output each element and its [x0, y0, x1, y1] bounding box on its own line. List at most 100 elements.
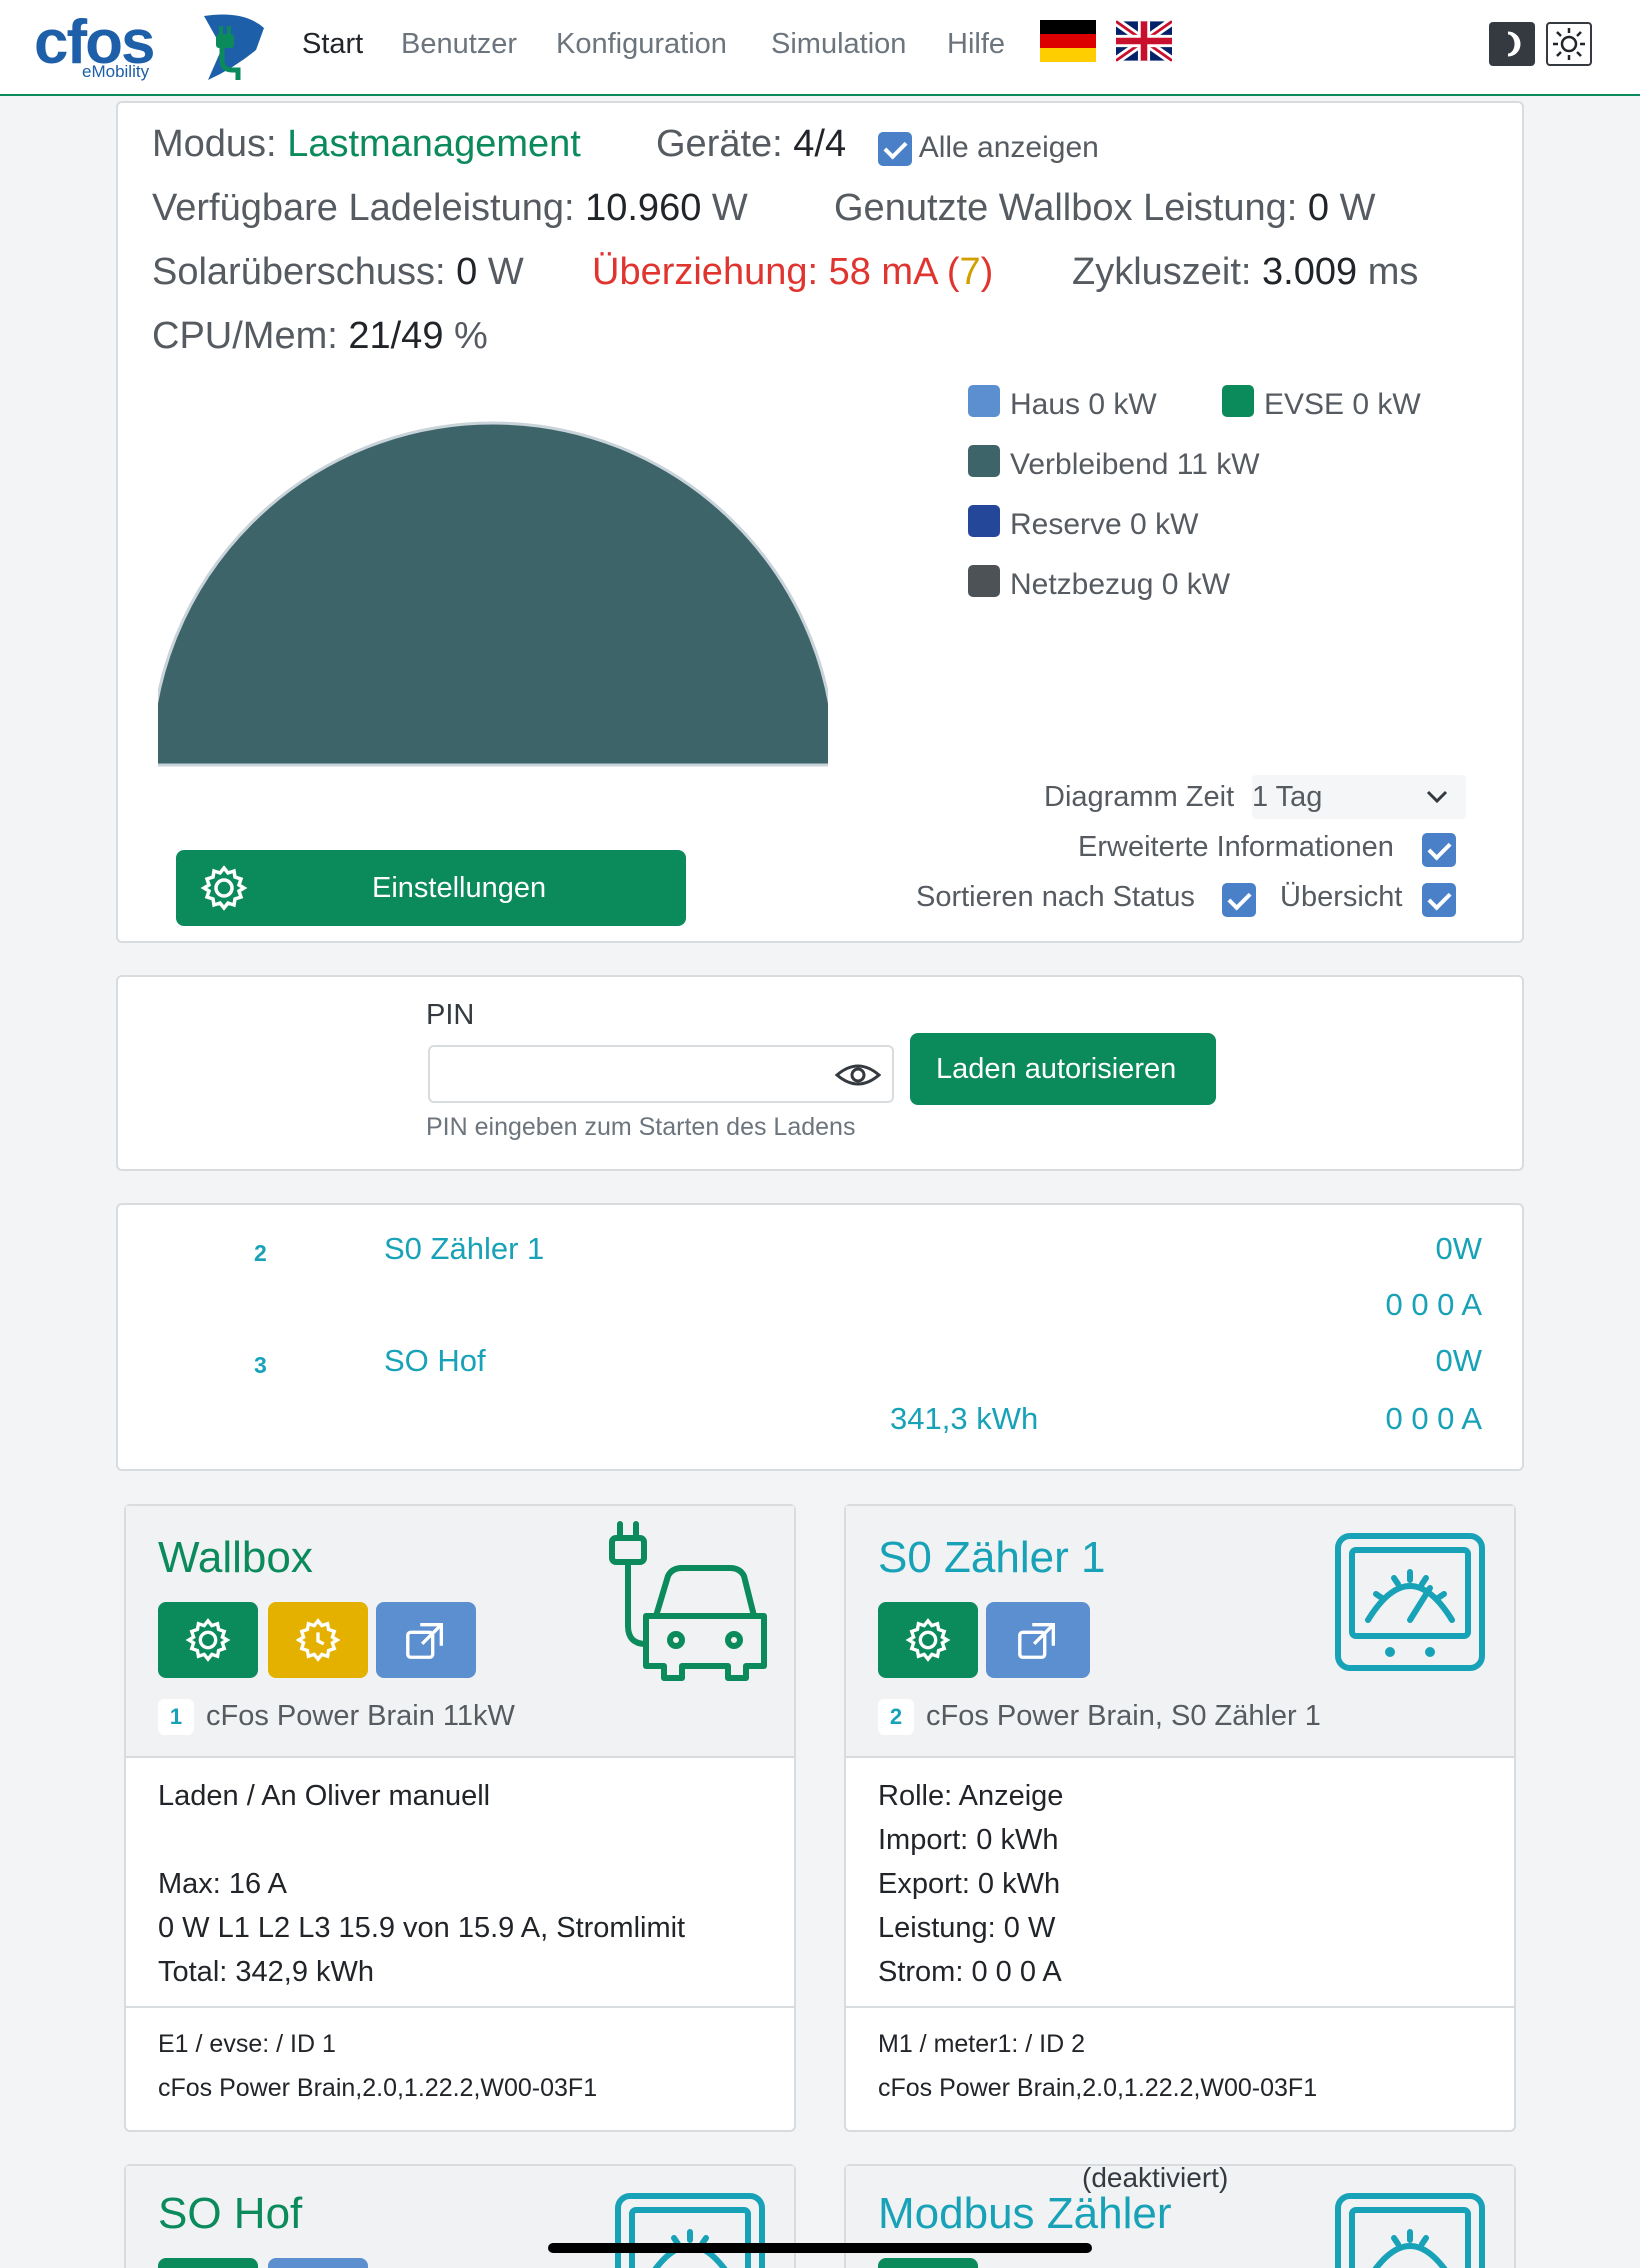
device-title[interactable]: S0 Zähler 1	[878, 1530, 1105, 1586]
gear-clock-icon	[295, 1618, 341, 1662]
meter-gauge-icon	[615, 2193, 765, 2268]
device-settings-button[interactable]	[878, 2258, 978, 2268]
meter-power: 0W	[1435, 1343, 1483, 1378]
cycle-time-stat: Zykluszeit: 3.009 ms	[1072, 247, 1418, 297]
device-info-line: Rolle: Anzeige	[878, 1780, 1064, 1812]
extended-info-label: Erweiterte Informationen	[1078, 831, 1394, 863]
status-card: Modus: Lastmanagement Geräte: 4/4 Alle a…	[116, 101, 1524, 943]
cfos-logo[interactable]: cfos eMobility	[34, 8, 264, 86]
solar-stat: Solarüberschuss: 0 W	[152, 247, 524, 297]
device-id-badge: 2	[878, 1699, 914, 1736]
device-card-header: S0 Zähler 1 2cFos Power Brain, S0 Zähler…	[846, 1506, 1514, 1758]
overdraw-stat: Überziehung: 58 mA (7)	[592, 247, 993, 297]
show-all-checkbox[interactable]	[878, 132, 912, 167]
pie-slice-verbleibend[interactable]	[158, 421, 828, 767]
device-settings-button[interactable]	[158, 2258, 258, 2268]
eye-icon[interactable]	[834, 1061, 882, 1089]
meter-name[interactable]: SO Hof	[384, 1341, 486, 1381]
meter-current: 0 0 0 A	[1385, 1401, 1482, 1436]
device-info-line: Strom: 0 0 0 A	[878, 1956, 1062, 1988]
nav-start[interactable]: Start	[302, 22, 363, 66]
nav-simulation[interactable]: Simulation	[771, 22, 906, 66]
external-window-icon	[406, 1622, 444, 1659]
extended-info-checkbox[interactable]	[1422, 833, 1456, 867]
device-title[interactable]: SO Hof	[158, 2186, 302, 2242]
settings-button[interactable]: Einstellungen	[176, 850, 686, 926]
overdraw-count: 7	[959, 251, 981, 293]
nav-benutzer[interactable]: Benutzer	[401, 22, 517, 66]
light-mode-button[interactable]	[1546, 22, 1592, 66]
device-title[interactable]: Wallbox	[158, 1530, 313, 1586]
device-firmware: cFos Power Brain,2.0,1.22.2,W00-03F1	[878, 2074, 1318, 2102]
meter-id: 2	[254, 1240, 267, 1266]
meter-energy: 341,3 kWh	[890, 1401, 1039, 1436]
legend-label: EVSE 0 kW	[1264, 388, 1421, 421]
devices-stat: Geräte: 4/4	[656, 119, 846, 169]
logo-subtitle: eMobility	[82, 62, 150, 81]
legend-item-reserve[interactable]: Reserve 0 kW	[968, 505, 1198, 545]
used-power-value: 0	[1307, 187, 1329, 229]
power-distribution-chart	[158, 421, 828, 767]
diagram-time-select[interactable]: 1 Tag	[1252, 775, 1466, 819]
car-charging-icon	[609, 1521, 767, 1681]
device-open-button[interactable]	[268, 2258, 368, 2268]
device-card-footer: E1 / evse: / ID 1 cFos Power Brain,2.0,1…	[126, 2006, 794, 2130]
overview-checkbox[interactable]	[1422, 883, 1456, 917]
device-settings-button[interactable]	[158, 1602, 258, 1678]
sort-by-status-label: Sortieren nach Status	[916, 881, 1195, 913]
plug-logo-icon	[204, 14, 264, 80]
used-power-unit: W	[1339, 187, 1376, 229]
device-open-button[interactable]	[986, 1602, 1090, 1678]
show-all-toggle[interactable]: Alle anzeigen	[878, 123, 1099, 173]
nav-konfiguration[interactable]: Konfiguration	[556, 22, 727, 66]
device-disabled-note: (deaktiviert)	[1082, 2162, 1229, 2193]
device-info-line: Import: 0 kWh	[878, 1824, 1059, 1856]
legend-item-verbleibend[interactable]: Verbleibend 11 kW	[968, 445, 1260, 485]
device-settings-button[interactable]	[878, 1602, 978, 1678]
device-open-button[interactable]	[376, 1602, 476, 1678]
legend-swatch	[968, 385, 1000, 417]
sort-by-status-checkbox[interactable]	[1222, 883, 1256, 917]
cpu-mem-label: CPU/Mem:	[152, 315, 338, 357]
meter-gauge-icon	[1335, 2193, 1485, 2268]
device-info-line: Max: 16 A	[158, 1868, 287, 1900]
meter-current: 0 0 0 A	[1385, 1287, 1482, 1322]
legend-item-haus[interactable]: Haus 0 kW	[968, 385, 1157, 425]
mode-label: Modus:	[152, 123, 277, 165]
legend-label: Haus 0 kW	[1010, 388, 1157, 421]
dark-mode-button[interactable]	[1489, 22, 1535, 66]
meter-name[interactable]: S0 Zähler 1	[384, 1229, 544, 1269]
device-address: M1 / meter1: / ID 2	[878, 2030, 1086, 2058]
solar-unit: W	[487, 251, 524, 293]
device-model: 2 cFos Power Brain, S0 Zähler 1	[878, 1696, 1321, 1736]
home-indicator	[548, 2243, 1092, 2253]
cpu-mem-stat: CPU/Mem: 21/49 %	[152, 311, 488, 361]
device-card-footer: M1 / meter1: / ID 2 cFos Power Brain,2.0…	[846, 2006, 1514, 2130]
authorize-charging-button[interactable]: Laden autorisieren	[910, 1033, 1216, 1105]
device-schedule-button[interactable]	[268, 1602, 368, 1678]
cycle-time-unit: ms	[1367, 251, 1419, 293]
uk-flag-icon[interactable]	[1116, 20, 1172, 62]
pin-input[interactable]	[428, 1045, 894, 1103]
device-info-line: Total: 342,9 kWh	[158, 1956, 374, 1988]
meter-id: 3	[254, 1352, 267, 1378]
external-window-icon	[1018, 1622, 1056, 1659]
device-card-s0-zaehler-1: S0 Zähler 1 2cFos Power Brain, S0 Zähler…	[844, 1504, 1516, 2132]
legend-item-netzbezug[interactable]: Netzbezug 0 kW	[968, 565, 1230, 605]
meter-power: 0W	[1435, 1231, 1483, 1266]
cycle-time-label: Zykluszeit:	[1072, 251, 1252, 293]
authorize-charging-label: Laden autorisieren	[936, 1053, 1177, 1085]
legend-item-evse[interactable]: EVSE 0 kW	[1222, 385, 1421, 425]
device-model: 1 cFos Power Brain 11kW	[158, 1696, 515, 1736]
used-power-label: Genutzte Wallbox Leistung:	[834, 187, 1298, 229]
cpu-mem-value: 21/49	[348, 315, 444, 357]
show-all-label: Alle anzeigen	[918, 131, 1099, 164]
available-power-unit: W	[711, 187, 748, 229]
solar-value: 0	[456, 251, 478, 293]
nav-hilfe[interactable]: Hilfe	[947, 22, 1005, 66]
pin-card: PIN Laden autorisieren PIN eingeben zum …	[116, 975, 1524, 1171]
german-flag-icon[interactable]	[1040, 20, 1096, 62]
overview-label: Übersicht	[1280, 881, 1403, 913]
device-card-header: Wallbox 1 cFos Power Brain 11kW	[126, 1506, 794, 1758]
chevron-down-icon	[1426, 790, 1448, 804]
